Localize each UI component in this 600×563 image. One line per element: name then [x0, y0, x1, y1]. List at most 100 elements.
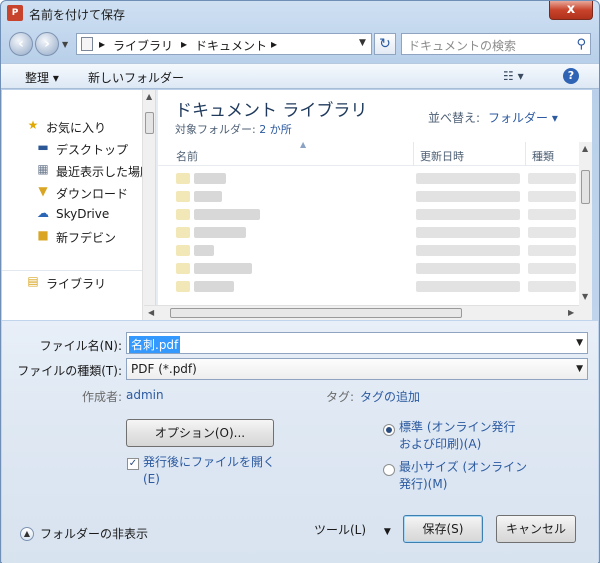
sort-label: 並べ替え: — [428, 111, 481, 125]
refresh-button[interactable]: ↻ — [374, 33, 396, 55]
command-bar: 整理 ▾ 新しいフォルダー ☷ ▾ ? — [1, 63, 599, 89]
breadcrumb-arrow-icon[interactable]: ▸ — [181, 37, 187, 51]
scroll-right-icon[interactable]: ▶ — [568, 308, 574, 317]
library-title: ドキュメント ライブラリ — [175, 101, 368, 121]
breadcrumb-arrow-icon[interactable]: ▸ — [99, 37, 105, 51]
filename-input[interactable]: 名刺.pdf ▼ — [126, 332, 588, 354]
optimize-standard-label[interactable]: 標準 (オンライン発行 および印刷)(A) — [399, 419, 516, 453]
search-icon[interactable]: ⚲ — [576, 37, 586, 52]
sidebar-item-downloads[interactable]: ▼ ダウンロード — [2, 182, 142, 202]
author-label: 作成者: — [82, 390, 123, 404]
column-type[interactable]: 種類 — [526, 142, 579, 166]
organize-menu[interactable]: 整理 ▾ — [25, 69, 59, 86]
table-row[interactable] — [158, 242, 579, 259]
library-icon: ▤ — [27, 274, 39, 288]
sidebar-scroll-thumb[interactable] — [145, 112, 154, 134]
tags-label: タグ: — [326, 390, 355, 404]
back-button[interactable]: ‹ — [9, 32, 33, 56]
sidebar-item-label: 最近表示した場所 — [56, 165, 153, 179]
forward-button[interactable]: › — [35, 32, 59, 56]
sidebar-item-folder[interactable]: ■ 新フデビン — [2, 226, 142, 246]
table-row[interactable] — [158, 278, 579, 295]
cloud-icon: ☁ — [37, 206, 49, 220]
optimize-minimum-line1: 最小サイズ (オンライン — [399, 460, 528, 474]
sidebar-item-label: ライブラリ — [46, 277, 107, 291]
search-placeholder: ドキュメントの検索 — [408, 39, 517, 53]
new-folder-button[interactable]: 新しいフォルダー — [88, 69, 184, 86]
sidebar-separator — [2, 270, 142, 271]
sort-dropdown[interactable]: フォルダー ▾ — [488, 109, 558, 126]
navigation-pane: ★ お気に入り ▬ デスクトップ ▦ 最近表示した場所 ▼ ダウンロード ☁ S… — [2, 90, 156, 320]
save-form: ファイル名(N): 名刺.pdf ▼ ファイルの種類(T): PDF (*.pd… — [2, 321, 598, 563]
table-row[interactable] — [158, 224, 579, 241]
sidebar-item-favorites[interactable]: ★ お気に入り — [2, 116, 142, 136]
filename-dropdown-icon[interactable]: ▼ — [576, 338, 583, 348]
filetype-dropdown-icon[interactable]: ▼ — [576, 364, 583, 374]
breadcrumb-arrow-icon[interactable]: ▸ — [271, 37, 277, 51]
download-folder-icon: ▼ — [38, 184, 48, 198]
scroll-down-icon[interactable]: ▼ — [582, 292, 588, 301]
search-input[interactable]: ドキュメントの検索 ⚲ — [401, 33, 591, 55]
filetype-label: ファイルの種類(T): — [17, 364, 122, 378]
scroll-up-icon[interactable]: ▲ — [146, 92, 152, 101]
horizontal-scroll-thumb[interactable] — [170, 308, 462, 318]
vertical-scroll-thumb[interactable] — [581, 170, 590, 204]
author-value[interactable]: admin — [126, 388, 164, 402]
sidebar-item-label: お気に入り — [46, 121, 107, 135]
tools-dropdown-icon[interactable]: ▼ — [384, 527, 391, 537]
sidebar-item-label: デスクトップ — [56, 143, 129, 157]
save-as-dialog: P 名前を付けて保存 x ‹ › ▼ ▸ ライブラリ ▸ ドキュメント ▸ ▼ … — [0, 0, 600, 563]
table-row[interactable] — [158, 170, 579, 187]
cancel-button[interactable]: キャンセル — [496, 515, 576, 543]
collapse-folders-icon[interactable]: ▲ — [20, 527, 34, 541]
filetype-select[interactable]: PDF (*.pdf) ▼ — [126, 358, 588, 380]
tags-input[interactable]: タグの追加 — [360, 388, 420, 405]
filetype-value: PDF (*.pdf) — [131, 362, 197, 376]
scroll-up-icon[interactable]: ▲ — [582, 144, 588, 153]
file-list-pane: ドキュメント ライブラリ 対象フォルダー: 2 か所 並べ替え: フォルダー ▾… — [144, 90, 592, 320]
options-button[interactable]: オプション(O)... — [126, 419, 274, 447]
open-after-publish-checkbox[interactable]: ✓ — [127, 458, 139, 470]
help-icon[interactable]: ? — [563, 68, 579, 84]
address-dropdown-icon[interactable]: ▼ — [359, 38, 366, 48]
sidebar-item-label: SkyDrive — [56, 207, 110, 221]
breadcrumb-libraries[interactable]: ライブラリ — [113, 37, 173, 54]
open-after-publish-line1: 発行後にファイルを開く — [143, 455, 276, 469]
optimize-minimum-radio[interactable] — [383, 464, 395, 476]
column-type-label: 種類 — [532, 150, 554, 163]
file-list-horizontal-scrollbar[interactable]: ◀ ▶ — [144, 305, 579, 320]
file-list-vertical-scrollbar[interactable]: ▲ ▼ — [579, 142, 592, 320]
column-modified[interactable]: 更新日時 — [414, 142, 526, 166]
view-options-icon[interactable]: ☷ ▾ — [503, 69, 524, 83]
optimize-standard-line1: 標準 (オンライン発行 — [399, 420, 516, 434]
table-row[interactable] — [158, 188, 579, 205]
close-button[interactable]: x — [549, 1, 593, 20]
star-icon: ★ — [27, 118, 39, 132]
tools-menu[interactable]: ツール(L) ▼ — [314, 522, 391, 541]
sidebar-item-label: ダウンロード — [56, 187, 129, 201]
filename-label: ファイル名(N): — [39, 339, 122, 353]
optimize-standard-radio[interactable] — [383, 424, 395, 436]
address-bar[interactable]: ▸ ライブラリ ▸ ドキュメント ▸ ▼ — [76, 33, 372, 55]
open-after-publish-line2: (E) — [143, 472, 160, 486]
sidebar-item-desktop[interactable]: ▬ デスクトップ — [2, 138, 142, 158]
sidebar-item-skydrive[interactable]: ☁ SkyDrive — [2, 204, 142, 224]
hide-folders-toggle[interactable]: フォルダーの非表示 — [40, 526, 148, 543]
library-locations-link[interactable]: 2 か所 — [259, 123, 292, 136]
column-name[interactable]: 名前 ▲ — [170, 140, 414, 166]
desktop-icon: ▬ — [37, 140, 49, 154]
sidebar-item-libraries[interactable]: ▤ ライブラリ — [2, 272, 142, 292]
table-row[interactable] — [158, 260, 579, 277]
sidebar-item-recent-places[interactable]: ▦ 最近表示した場所 — [2, 160, 152, 180]
library-subtitle-prefix: 対象フォルダー: — [175, 123, 260, 136]
save-button[interactable]: 保存(S) — [403, 515, 483, 543]
open-after-publish-label[interactable]: 発行後にファイルを開く (E) — [143, 454, 275, 488]
optimize-minimum-label[interactable]: 最小サイズ (オンライン 発行)(M) — [399, 459, 527, 493]
table-row[interactable] — [158, 206, 579, 223]
sidebar-scrollbar[interactable]: ▲ ▼ — [142, 90, 155, 320]
history-dropdown-icon[interactable]: ▼ — [62, 40, 68, 49]
breadcrumb-documents[interactable]: ドキュメント — [195, 37, 267, 54]
filename-value: 名刺.pdf — [129, 336, 181, 353]
optimize-standard-line2: および印刷)(A) — [399, 437, 482, 451]
scroll-left-icon[interactable]: ◀ — [148, 308, 154, 317]
